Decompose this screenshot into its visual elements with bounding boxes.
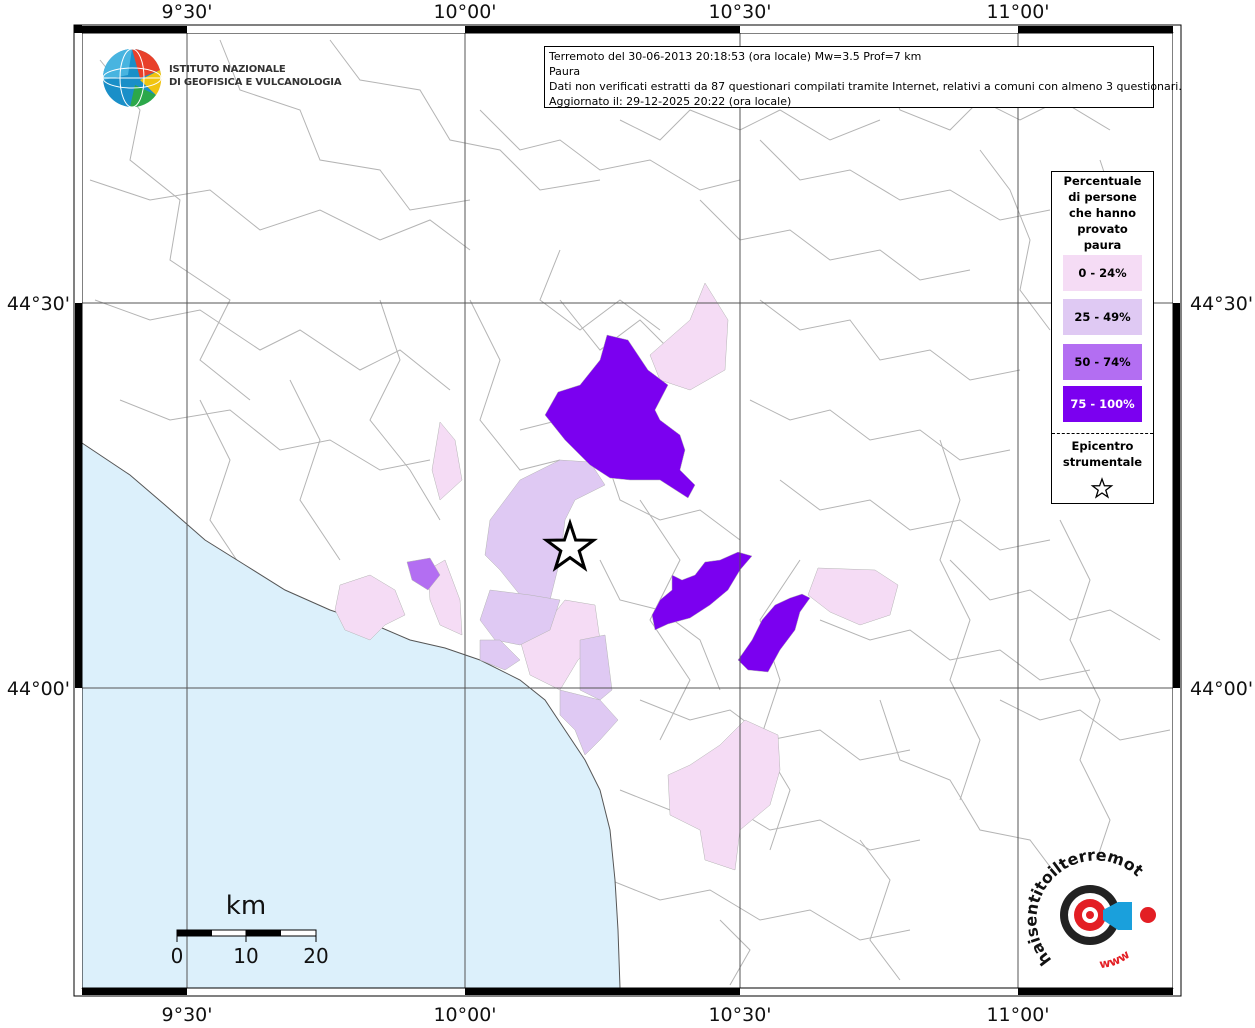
legend-class-label: 0 - 24% xyxy=(1078,266,1127,280)
event-title: Terremoto del 30-06-2013 20:18:53 (ora l… xyxy=(549,50,922,63)
scale-label: 20 xyxy=(303,944,328,968)
data-note: Dati non verificati estratti da 87 quest… xyxy=(549,80,1182,93)
update-time: Aggiornato il: 29-12-2025 20:22 (ora loc… xyxy=(549,95,792,108)
right-tick-label: 44°30' xyxy=(1190,293,1253,315)
legend-class-25-49: 25 - 49% xyxy=(1063,299,1142,335)
legend-star-icon xyxy=(1090,477,1114,499)
ingv-logo-text: ISTITUTO NAZIONALE DI GEOFISICA E VULCAN… xyxy=(169,63,342,89)
bottom-tick-label: 10°30' xyxy=(708,1004,771,1024)
legend-class-label: 75 - 100% xyxy=(1070,397,1135,411)
legend-class-label: 50 - 74% xyxy=(1074,355,1131,369)
scale-unit: km xyxy=(226,891,266,921)
ingv-line-2: DI GEOFISICA E VULCANOLOGIA xyxy=(169,77,342,88)
legend-epicenter-line: Epicentro xyxy=(1071,439,1134,453)
bottom-tick-label: 10°00' xyxy=(433,1004,496,1024)
bottom-tick-label: 11°00' xyxy=(986,1004,1049,1024)
legend-title: Percentuale di persone che hanno provato… xyxy=(1052,172,1153,253)
ingv-logo-icon xyxy=(102,48,162,108)
legend-title-line: Percentuale xyxy=(1063,174,1142,188)
ingv-line-1: ISTITUTO NAZIONALE xyxy=(169,64,286,75)
left-tick-label: 44°30' xyxy=(7,293,70,315)
map-svg: 9°30' 10°00' 10°30' 11°00' 9°30' 10°00' … xyxy=(0,0,1253,1026)
legend-class-50-74: 50 - 74% xyxy=(1063,344,1142,380)
legend: Percentuale di persone che hanno provato… xyxy=(1051,171,1154,504)
legend-class-0-24: 0 - 24% xyxy=(1063,255,1142,291)
top-tick-label: 11°00' xyxy=(986,1,1049,23)
legend-separator xyxy=(1052,433,1153,434)
left-tick-label: 44°00' xyxy=(7,678,70,700)
top-tick-label: 10°00' xyxy=(433,1,496,23)
right-tick-label: 44°00' xyxy=(1190,678,1253,700)
scale-label: 10 xyxy=(233,944,258,968)
legend-title-line: che hanno xyxy=(1068,206,1137,220)
legend-title-line: di persone xyxy=(1068,190,1137,204)
legend-title-line: paura xyxy=(1083,238,1122,252)
legend-class-75-100: 75 - 100% xyxy=(1063,386,1142,422)
top-tick-label: 10°30' xyxy=(708,1,771,23)
badge-dot-icon xyxy=(1140,907,1156,923)
legend-title-line: provato xyxy=(1077,222,1128,236)
legend-epicenter-line: strumentale xyxy=(1062,455,1143,469)
bottom-tick-label: 9°30' xyxy=(162,1004,213,1024)
scale-label: 0 xyxy=(171,944,184,968)
legend-class-label: 25 - 49% xyxy=(1074,310,1131,324)
map-type: Paura xyxy=(549,65,581,78)
map-view: 9°30' 10°00' 10°30' 11°00' 9°30' 10°00' … xyxy=(0,0,1255,1026)
top-tick-label: 9°30' xyxy=(162,1,213,23)
event-info-box: Terremoto del 30-06-2013 20:18:53 (ora l… xyxy=(544,46,1182,108)
legend-epicenter-label: Epicentro strumentale xyxy=(1052,438,1153,470)
